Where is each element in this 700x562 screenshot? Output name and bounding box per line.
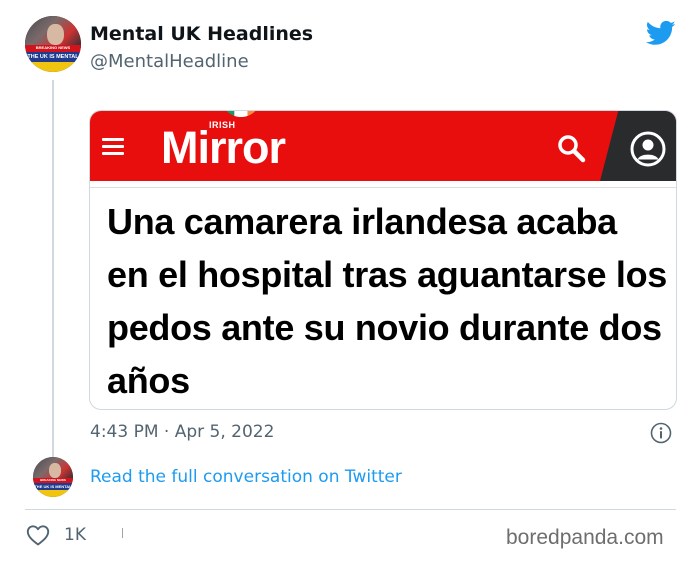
watermark: boredpanda.com xyxy=(506,526,664,549)
info-icon[interactable] xyxy=(650,422,672,444)
search-icon[interactable] xyxy=(556,133,586,163)
avatar-banner: THE UK IS MENTAL xyxy=(34,483,72,489)
avatar-banner-top: BREAKING NEWS xyxy=(35,45,71,51)
thread-line xyxy=(52,80,54,460)
conversation-avatar[interactable]: BREAKING NEWS THE UK IS MENTAL xyxy=(33,457,73,497)
site-logo: Mirror xyxy=(161,122,286,173)
article-card[interactable]: IRISH Mirror Una camarera irlandesa acab… xyxy=(89,110,677,410)
separator xyxy=(122,528,123,538)
irish-flag-arc xyxy=(226,111,256,117)
divider xyxy=(90,187,676,188)
author-avatar[interactable]: BREAKING NEWS THE UK IS MENTAL xyxy=(25,16,81,72)
avatar-banner: THE UK IS MENTAL xyxy=(27,53,79,60)
divider xyxy=(25,509,676,510)
like-count[interactable]: 1K xyxy=(64,524,86,546)
author-handle[interactable]: @MentalHeadline xyxy=(90,50,249,74)
article-headline[interactable]: Una camarera irlandesa acaba en el hospi… xyxy=(107,195,667,407)
heart-icon[interactable] xyxy=(26,524,50,546)
menu-icon[interactable] xyxy=(102,138,124,155)
user-icon[interactable] xyxy=(630,131,666,167)
tweet-timestamp[interactable]: 4:43 PM · Apr 5, 2022 xyxy=(90,421,274,443)
read-conversation-link[interactable]: Read the full conversation on Twitter xyxy=(90,466,402,488)
twitter-bird-icon[interactable] xyxy=(644,18,678,48)
author-name[interactable]: Mental UK Headlines xyxy=(90,22,313,46)
